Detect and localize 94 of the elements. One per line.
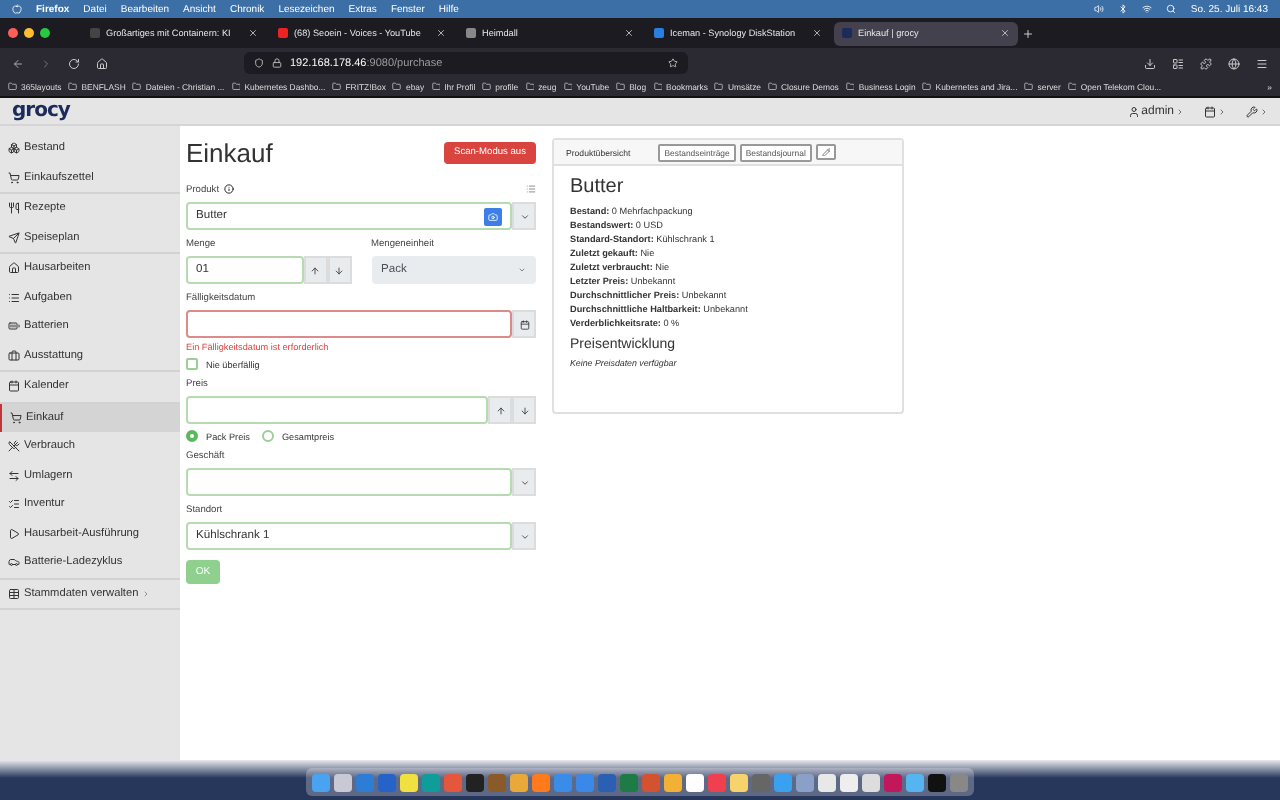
decrement-button[interactable]: [512, 396, 536, 424]
toolbox-icon: [8, 349, 20, 362]
utensils-icon: [8, 440, 20, 453]
price-field[interactable]: [186, 396, 488, 424]
folder-icon: [8, 82, 17, 92]
list-icon: [526, 184, 536, 194]
arrow-down-icon: [334, 265, 344, 275]
folder-icon: [132, 82, 142, 92]
dropdown-button[interactable]: [512, 202, 536, 230]
dropdown-button[interactable]: [512, 522, 536, 550]
favicon-icon: [278, 28, 288, 38]
logo[interactable]: grocy: [12, 100, 70, 122]
bluetooth-icon: [1118, 4, 1129, 14]
folder-icon: [563, 82, 573, 92]
calendar-icon: [8, 380, 20, 393]
date-field[interactable]: [186, 310, 512, 338]
wifi-icon: [1142, 4, 1153, 14]
house-icon: [8, 262, 20, 275]
edit-button[interactable]: [815, 143, 837, 161]
folder-icon: [482, 82, 492, 92]
close-window-button[interactable]: [8, 28, 18, 38]
info-icon: [223, 184, 234, 194]
folder-icon: [714, 82, 724, 92]
camera-button[interactable]: [484, 207, 502, 225]
favicon-icon: [466, 28, 476, 38]
increment-button[interactable]: [303, 256, 327, 284]
product-name: Butter: [570, 176, 626, 198]
calendar-icon: [519, 319, 529, 329]
dropdown-button[interactable]: [512, 468, 536, 496]
caret-icon: [519, 477, 529, 487]
favicon-icon: [90, 28, 100, 38]
boxes-icon: [8, 142, 20, 155]
radio-button[interactable]: [186, 430, 198, 442]
lock-icon: [272, 58, 282, 68]
caret-icon: [519, 211, 529, 221]
folder-icon: [231, 82, 241, 92]
store-select[interactable]: [186, 468, 512, 496]
menu-icon: [1256, 57, 1268, 69]
sidebar-icon: [1172, 57, 1184, 69]
globe-icon: [1228, 57, 1240, 69]
download-icon: [1144, 57, 1156, 69]
favicon-icon: [654, 28, 664, 38]
caret-icon: [519, 531, 529, 541]
car-icon: [8, 556, 20, 569]
table-icon: [8, 587, 20, 600]
folder-icon: [525, 82, 535, 92]
favicon-icon: [842, 28, 852, 38]
minimize-button[interactable]: [24, 28, 34, 38]
calendar-icon: [1204, 105, 1216, 117]
folder-icon: [653, 82, 663, 92]
utensils-icon: [8, 202, 20, 215]
shield-icon: [254, 58, 264, 68]
folder-icon: [616, 82, 626, 92]
edit-icon: [821, 147, 831, 157]
calendar-button[interactable]: [512, 310, 536, 338]
back-icon: [12, 57, 24, 69]
user-icon: [1127, 105, 1140, 117]
list-icon: [8, 291, 20, 304]
zoom-button[interactable]: [40, 28, 50, 38]
decrement-button[interactable]: [327, 256, 351, 284]
folder-icon: [1067, 82, 1077, 92]
folder-icon: [431, 82, 441, 92]
cart-icon: [8, 171, 20, 184]
plus-icon: [1022, 27, 1034, 39]
extension-icon: [1200, 57, 1212, 69]
page-title: Einkauf: [186, 138, 273, 168]
folder-icon: [922, 82, 932, 92]
folder-icon: [1024, 82, 1034, 92]
radio-button[interactable]: [261, 430, 274, 442]
reload-icon: [68, 57, 80, 69]
arrow-up-icon: [310, 265, 320, 275]
home-icon: [96, 57, 108, 69]
forward-icon: [40, 57, 52, 69]
checklist-icon: [8, 498, 20, 511]
wrench-icon: [1246, 105, 1258, 117]
arrow-up-icon: [495, 405, 505, 415]
cart-icon: [10, 411, 22, 424]
camera-icon: [488, 211, 498, 221]
battery-icon: [8, 320, 20, 333]
folder-icon: [68, 82, 78, 92]
apple-icon: [12, 4, 22, 14]
folder-icon: [332, 82, 342, 92]
arrow-down-icon: [519, 405, 529, 415]
star-icon: [668, 58, 678, 68]
increment-button[interactable]: [488, 396, 512, 424]
arrows-icon: [8, 469, 20, 482]
speaker-icon: [1094, 4, 1105, 14]
folder-icon: [768, 82, 778, 92]
play-icon: [8, 527, 20, 540]
checkbox[interactable]: [186, 358, 198, 370]
folder-icon: [845, 82, 855, 92]
folder-icon: [392, 82, 402, 92]
paper-plane-icon: [8, 231, 20, 244]
search-icon: [1166, 4, 1177, 14]
